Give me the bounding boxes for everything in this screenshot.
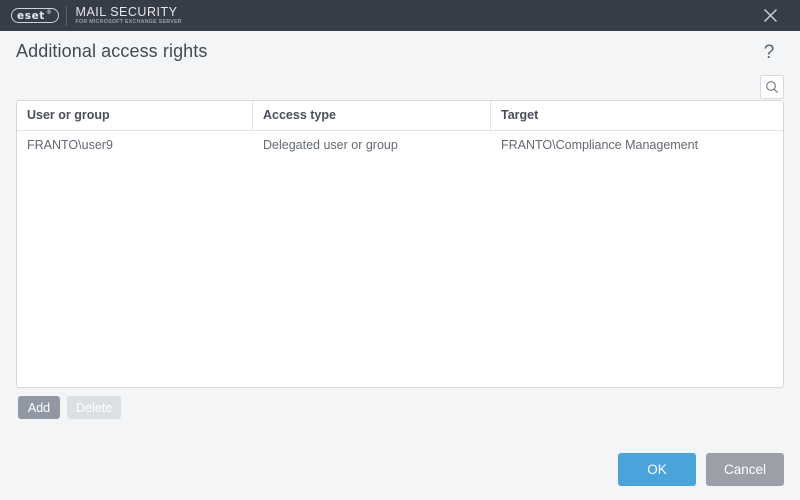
brand-text-block: MAIL SECURITY FOR MICROSOFT EXCHANGE SER… <box>76 6 182 26</box>
cell-user-or-group: FRANTO\user9 <box>27 138 113 152</box>
page-title: Additional access rights <box>16 41 208 61</box>
question-mark-icon: ? <box>763 41 775 63</box>
column-header-target[interactable]: Target <box>490 101 783 131</box>
access-rights-table-container[interactable]: User or group Access type Target FRANTO\… <box>16 100 784 388</box>
close-icon <box>763 8 778 23</box>
brand-divider <box>65 5 67 26</box>
row-action-bar: Add Delete <box>18 396 122 419</box>
product-subtitle: FOR MICROSOFT EXCHANGE SERVER <box>75 19 182 26</box>
eset-logo-text: eset <box>17 9 45 22</box>
table-header: User or group Access type Target <box>17 101 783 131</box>
add-button[interactable]: Add <box>18 396 60 419</box>
eset-logo-mark: eset ® <box>11 8 59 23</box>
cell-target: FRANTO\Compliance Management <box>501 138 699 152</box>
table-body: FRANTO\user9 Delegated user or group FRA… <box>17 131 783 160</box>
search-icon <box>765 80 779 94</box>
table-row[interactable]: FRANTO\user9 Delegated user or group FRA… <box>17 131 783 160</box>
cancel-button[interactable]: Cancel <box>706 453 784 486</box>
column-header-access-type[interactable]: Access type <box>252 101 491 131</box>
title-bar: eset ® MAIL SECURITY FOR MICROSOFT EXCHAN… <box>0 0 800 31</box>
close-button[interactable] <box>750 0 790 31</box>
search-button[interactable] <box>760 75 784 99</box>
help-button[interactable]: ? <box>758 40 780 64</box>
dialog-footer: OK Cancel <box>618 453 784 486</box>
delete-button: Delete <box>67 396 122 419</box>
ok-button[interactable]: OK <box>618 453 696 486</box>
trademark-symbol: ® <box>45 8 53 16</box>
brand-logo: eset ® MAIL SECURITY FOR MICROSOFT EXCHAN… <box>11 0 182 31</box>
column-header-user-or-group[interactable]: User or group <box>17 101 253 131</box>
cell-access-type: Delegated user or group <box>263 138 398 152</box>
access-rights-table: User or group Access type Target FRANTO\… <box>17 101 783 159</box>
product-name: MAIL SECURITY <box>75 4 178 19</box>
table-header-row: User or group Access type Target <box>17 101 783 131</box>
